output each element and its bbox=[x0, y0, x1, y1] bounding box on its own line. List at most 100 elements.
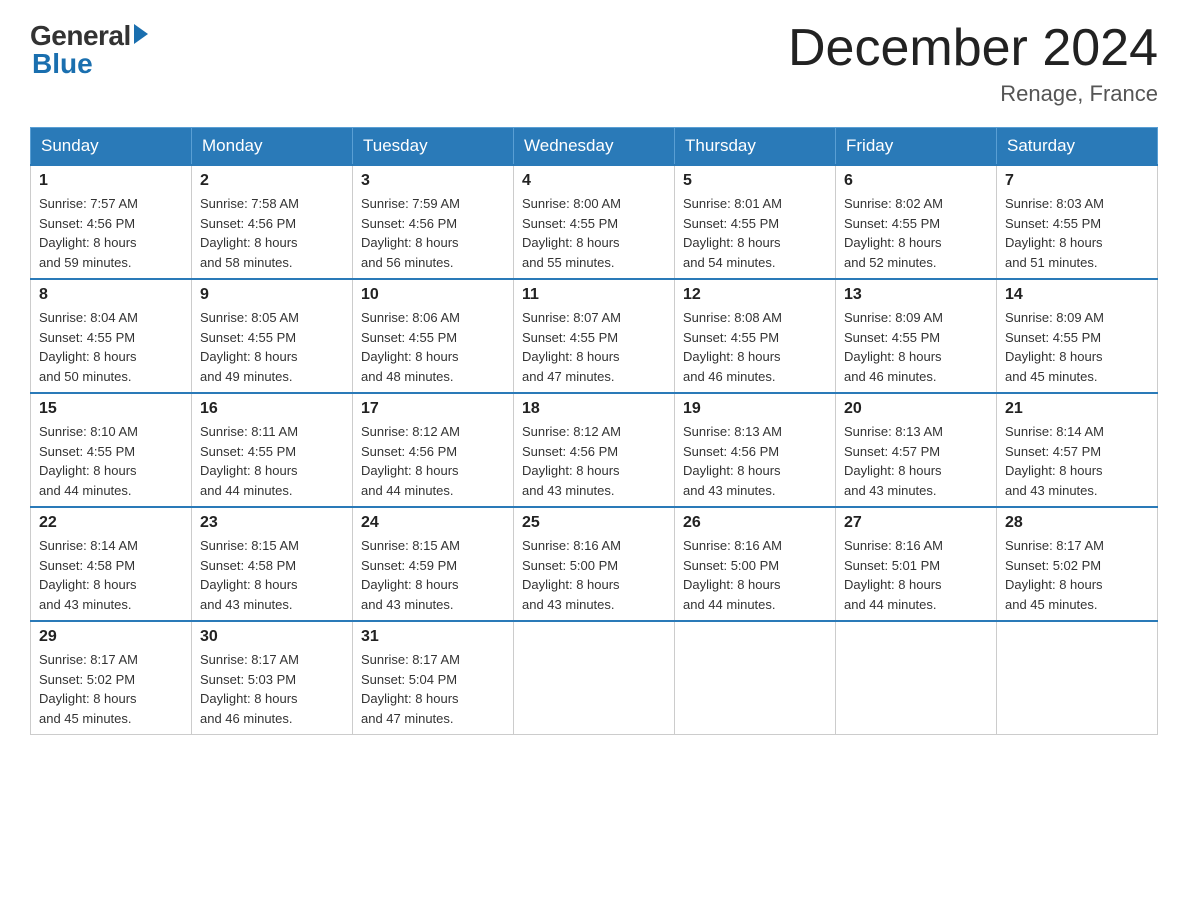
col-monday: Monday bbox=[192, 128, 353, 166]
day-info: Sunrise: 8:13 AM Sunset: 4:56 PM Dayligh… bbox=[683, 422, 827, 500]
table-row: 30 Sunrise: 8:17 AM Sunset: 5:03 PM Dayl… bbox=[192, 621, 353, 735]
day-number: 15 bbox=[39, 400, 183, 418]
day-number: 26 bbox=[683, 514, 827, 532]
table-row: 8 Sunrise: 8:04 AM Sunset: 4:55 PM Dayli… bbox=[31, 279, 192, 393]
table-row: 23 Sunrise: 8:15 AM Sunset: 4:58 PM Dayl… bbox=[192, 507, 353, 621]
page-header: General Blue December 2024 Renage, Franc… bbox=[30, 20, 1158, 107]
day-info: Sunrise: 8:16 AM Sunset: 5:01 PM Dayligh… bbox=[844, 536, 988, 614]
day-info: Sunrise: 8:10 AM Sunset: 4:55 PM Dayligh… bbox=[39, 422, 183, 500]
location: Renage, France bbox=[788, 81, 1158, 107]
day-info: Sunrise: 8:03 AM Sunset: 4:55 PM Dayligh… bbox=[1005, 194, 1149, 272]
day-info: Sunrise: 8:11 AM Sunset: 4:55 PM Dayligh… bbox=[200, 422, 344, 500]
day-number: 5 bbox=[683, 172, 827, 190]
table-row: 27 Sunrise: 8:16 AM Sunset: 5:01 PM Dayl… bbox=[836, 507, 997, 621]
table-row: 22 Sunrise: 8:14 AM Sunset: 4:58 PM Dayl… bbox=[31, 507, 192, 621]
day-info: Sunrise: 7:57 AM Sunset: 4:56 PM Dayligh… bbox=[39, 194, 183, 272]
day-info: Sunrise: 8:17 AM Sunset: 5:03 PM Dayligh… bbox=[200, 650, 344, 728]
day-number: 9 bbox=[200, 286, 344, 304]
table-row bbox=[997, 621, 1158, 735]
day-number: 6 bbox=[844, 172, 988, 190]
day-number: 20 bbox=[844, 400, 988, 418]
calendar-week-row: 22 Sunrise: 8:14 AM Sunset: 4:58 PM Dayl… bbox=[31, 507, 1158, 621]
col-thursday: Thursday bbox=[675, 128, 836, 166]
table-row: 1 Sunrise: 7:57 AM Sunset: 4:56 PM Dayli… bbox=[31, 165, 192, 279]
day-number: 7 bbox=[1005, 172, 1149, 190]
table-row: 21 Sunrise: 8:14 AM Sunset: 4:57 PM Dayl… bbox=[997, 393, 1158, 507]
table-row: 25 Sunrise: 8:16 AM Sunset: 5:00 PM Dayl… bbox=[514, 507, 675, 621]
day-number: 10 bbox=[361, 286, 505, 304]
table-row: 13 Sunrise: 8:09 AM Sunset: 4:55 PM Dayl… bbox=[836, 279, 997, 393]
day-number: 22 bbox=[39, 514, 183, 532]
day-number: 17 bbox=[361, 400, 505, 418]
day-info: Sunrise: 8:16 AM Sunset: 5:00 PM Dayligh… bbox=[522, 536, 666, 614]
day-info: Sunrise: 8:17 AM Sunset: 5:02 PM Dayligh… bbox=[1005, 536, 1149, 614]
day-info: Sunrise: 8:12 AM Sunset: 4:56 PM Dayligh… bbox=[522, 422, 666, 500]
table-row: 7 Sunrise: 8:03 AM Sunset: 4:55 PM Dayli… bbox=[997, 165, 1158, 279]
table-row: 10 Sunrise: 8:06 AM Sunset: 4:55 PM Dayl… bbox=[353, 279, 514, 393]
calendar-header-row: Sunday Monday Tuesday Wednesday Thursday… bbox=[31, 128, 1158, 166]
table-row bbox=[675, 621, 836, 735]
day-number: 1 bbox=[39, 172, 183, 190]
calendar-week-row: 1 Sunrise: 7:57 AM Sunset: 4:56 PM Dayli… bbox=[31, 165, 1158, 279]
day-number: 23 bbox=[200, 514, 344, 532]
day-info: Sunrise: 8:13 AM Sunset: 4:57 PM Dayligh… bbox=[844, 422, 988, 500]
day-number: 3 bbox=[361, 172, 505, 190]
table-row: 2 Sunrise: 7:58 AM Sunset: 4:56 PM Dayli… bbox=[192, 165, 353, 279]
calendar-week-row: 29 Sunrise: 8:17 AM Sunset: 5:02 PM Dayl… bbox=[31, 621, 1158, 735]
table-row: 9 Sunrise: 8:05 AM Sunset: 4:55 PM Dayli… bbox=[192, 279, 353, 393]
day-info: Sunrise: 8:14 AM Sunset: 4:57 PM Dayligh… bbox=[1005, 422, 1149, 500]
day-info: Sunrise: 8:12 AM Sunset: 4:56 PM Dayligh… bbox=[361, 422, 505, 500]
table-row: 4 Sunrise: 8:00 AM Sunset: 4:55 PM Dayli… bbox=[514, 165, 675, 279]
day-info: Sunrise: 8:08 AM Sunset: 4:55 PM Dayligh… bbox=[683, 308, 827, 386]
day-number: 21 bbox=[1005, 400, 1149, 418]
day-number: 25 bbox=[522, 514, 666, 532]
day-number: 12 bbox=[683, 286, 827, 304]
day-info: Sunrise: 8:02 AM Sunset: 4:55 PM Dayligh… bbox=[844, 194, 988, 272]
day-number: 31 bbox=[361, 628, 505, 646]
day-info: Sunrise: 8:05 AM Sunset: 4:55 PM Dayligh… bbox=[200, 308, 344, 386]
day-info: Sunrise: 8:09 AM Sunset: 4:55 PM Dayligh… bbox=[1005, 308, 1149, 386]
table-row: 5 Sunrise: 8:01 AM Sunset: 4:55 PM Dayli… bbox=[675, 165, 836, 279]
day-number: 2 bbox=[200, 172, 344, 190]
logo-arrow-icon bbox=[134, 24, 148, 44]
day-info: Sunrise: 8:06 AM Sunset: 4:55 PM Dayligh… bbox=[361, 308, 505, 386]
calendar-week-row: 8 Sunrise: 8:04 AM Sunset: 4:55 PM Dayli… bbox=[31, 279, 1158, 393]
month-title: December 2024 bbox=[788, 20, 1158, 77]
table-row: 28 Sunrise: 8:17 AM Sunset: 5:02 PM Dayl… bbox=[997, 507, 1158, 621]
day-info: Sunrise: 8:01 AM Sunset: 4:55 PM Dayligh… bbox=[683, 194, 827, 272]
day-info: Sunrise: 7:58 AM Sunset: 4:56 PM Dayligh… bbox=[200, 194, 344, 272]
title-block: December 2024 Renage, France bbox=[788, 20, 1158, 107]
day-number: 29 bbox=[39, 628, 183, 646]
col-friday: Friday bbox=[836, 128, 997, 166]
table-row: 16 Sunrise: 8:11 AM Sunset: 4:55 PM Dayl… bbox=[192, 393, 353, 507]
day-number: 24 bbox=[361, 514, 505, 532]
day-info: Sunrise: 8:15 AM Sunset: 4:58 PM Dayligh… bbox=[200, 536, 344, 614]
day-info: Sunrise: 8:07 AM Sunset: 4:55 PM Dayligh… bbox=[522, 308, 666, 386]
table-row: 6 Sunrise: 8:02 AM Sunset: 4:55 PM Dayli… bbox=[836, 165, 997, 279]
calendar-table: Sunday Monday Tuesday Wednesday Thursday… bbox=[30, 127, 1158, 735]
day-number: 30 bbox=[200, 628, 344, 646]
day-number: 19 bbox=[683, 400, 827, 418]
day-number: 8 bbox=[39, 286, 183, 304]
day-number: 14 bbox=[1005, 286, 1149, 304]
day-info: Sunrise: 8:17 AM Sunset: 5:04 PM Dayligh… bbox=[361, 650, 505, 728]
day-info: Sunrise: 8:17 AM Sunset: 5:02 PM Dayligh… bbox=[39, 650, 183, 728]
day-number: 28 bbox=[1005, 514, 1149, 532]
table-row: 11 Sunrise: 8:07 AM Sunset: 4:55 PM Dayl… bbox=[514, 279, 675, 393]
col-sunday: Sunday bbox=[31, 128, 192, 166]
col-tuesday: Tuesday bbox=[353, 128, 514, 166]
table-row: 31 Sunrise: 8:17 AM Sunset: 5:04 PM Dayl… bbox=[353, 621, 514, 735]
table-row: 15 Sunrise: 8:10 AM Sunset: 4:55 PM Dayl… bbox=[31, 393, 192, 507]
col-wednesday: Wednesday bbox=[514, 128, 675, 166]
day-number: 11 bbox=[522, 286, 666, 304]
day-number: 18 bbox=[522, 400, 666, 418]
day-info: Sunrise: 8:16 AM Sunset: 5:00 PM Dayligh… bbox=[683, 536, 827, 614]
table-row: 20 Sunrise: 8:13 AM Sunset: 4:57 PM Dayl… bbox=[836, 393, 997, 507]
day-info: Sunrise: 8:15 AM Sunset: 4:59 PM Dayligh… bbox=[361, 536, 505, 614]
day-info: Sunrise: 8:09 AM Sunset: 4:55 PM Dayligh… bbox=[844, 308, 988, 386]
table-row bbox=[514, 621, 675, 735]
table-row: 19 Sunrise: 8:13 AM Sunset: 4:56 PM Dayl… bbox=[675, 393, 836, 507]
day-number: 4 bbox=[522, 172, 666, 190]
day-info: Sunrise: 8:04 AM Sunset: 4:55 PM Dayligh… bbox=[39, 308, 183, 386]
table-row: 18 Sunrise: 8:12 AM Sunset: 4:56 PM Dayl… bbox=[514, 393, 675, 507]
